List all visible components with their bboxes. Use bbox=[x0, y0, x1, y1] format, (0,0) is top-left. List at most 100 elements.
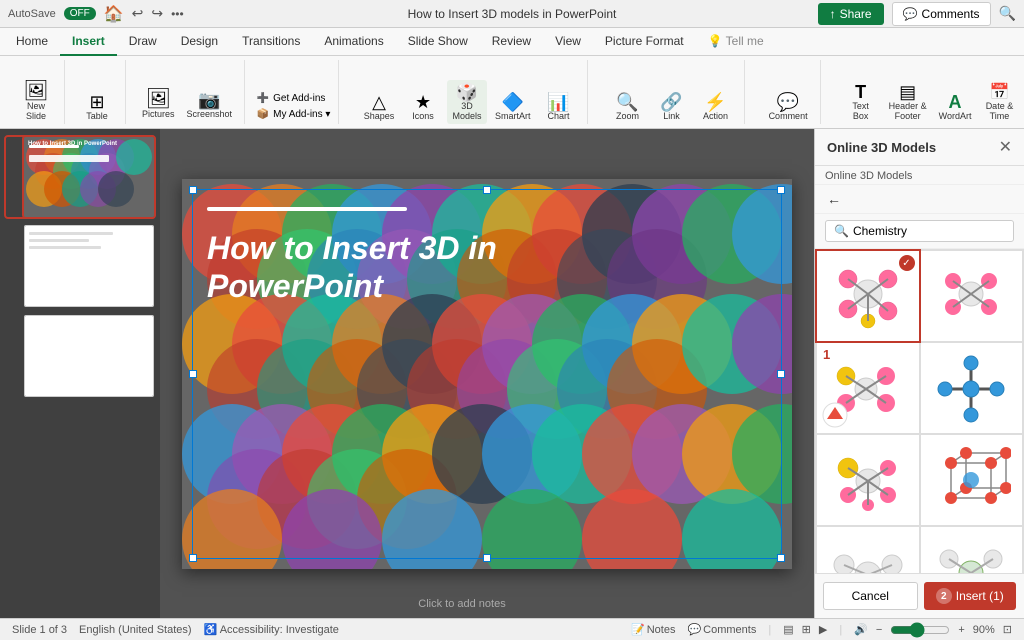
slide-panel: 1 bbox=[0, 129, 160, 618]
share-icon: ↑ bbox=[830, 7, 836, 21]
models-footer: Cancel 2 Insert (1) bbox=[815, 573, 1024, 618]
slide-thumb-3[interactable]: 3 bbox=[6, 315, 154, 397]
search-input[interactable] bbox=[853, 224, 1005, 238]
language-info: English (United States) bbox=[79, 624, 192, 636]
notes-icon: 📝 bbox=[631, 623, 645, 636]
ribbon-group-new-slide: 🖼 NewSlide bbox=[8, 60, 65, 124]
comments-status-icon: 💬 bbox=[687, 623, 701, 636]
fit-slide-button[interactable]: ⊡ bbox=[1003, 623, 1012, 636]
model-cell-5[interactable] bbox=[817, 435, 919, 525]
3d-models-button[interactable]: 🎲 3DModels bbox=[447, 80, 487, 124]
my-addins-button[interactable]: 📦 My Add-ins ▾ bbox=[253, 107, 335, 122]
home-icon[interactable]: 🏠 bbox=[104, 4, 124, 24]
action-icon: ⚡ bbox=[704, 93, 726, 111]
comment-button[interactable]: 💬 Comment bbox=[765, 90, 812, 124]
search-box[interactable]: 🔍 bbox=[825, 220, 1014, 242]
back-arrow-icon[interactable]: ← bbox=[827, 191, 841, 207]
slide-2-preview bbox=[25, 226, 153, 306]
link-button[interactable]: 🔗 Link bbox=[652, 90, 692, 124]
chart-button[interactable]: 📊 Chart bbox=[539, 90, 579, 124]
date-time-button[interactable]: 📅 Date &Time bbox=[979, 82, 1019, 124]
get-addins-button[interactable]: ➕ Get Add-ins bbox=[253, 91, 335, 106]
addins-icon: ➕ bbox=[257, 93, 269, 104]
comments-status-button[interactable]: 💬 Comments bbox=[687, 623, 756, 636]
main-area: 1 bbox=[0, 129, 1024, 618]
models-grid: ✓ bbox=[815, 249, 1024, 573]
tab-animations[interactable]: Animations bbox=[312, 28, 395, 55]
models-breadcrumb: ← bbox=[815, 185, 1024, 214]
slide-3-preview bbox=[25, 316, 153, 396]
background-pattern: How to Insert 3D in PowerPoint bbox=[182, 179, 792, 569]
redo-btn[interactable]: ↪ bbox=[151, 5, 163, 22]
zoom-in-button[interactable]: + bbox=[958, 624, 964, 636]
tab-transitions[interactable]: Transitions bbox=[230, 28, 312, 55]
header-footer-button[interactable]: ▤ Header &Footer bbox=[885, 80, 931, 124]
models-panel-header: Online 3D Models ✕ bbox=[815, 129, 1024, 166]
my-addins-icon: 📦 bbox=[257, 109, 269, 120]
insert-button[interactable]: 2 Insert (1) bbox=[924, 582, 1017, 610]
tab-picture-format[interactable]: Picture Format bbox=[593, 28, 696, 55]
model-5-visual bbox=[828, 443, 908, 518]
textbox-button[interactable]: T TextBox bbox=[841, 80, 881, 124]
models-search: 🔍 bbox=[815, 214, 1024, 249]
comment-icon: 💬 bbox=[777, 93, 799, 111]
wordart-button[interactable]: A WordArt bbox=[935, 90, 976, 124]
tab-slideshow[interactable]: Slide Show bbox=[396, 28, 480, 55]
model-cell-8[interactable] bbox=[921, 527, 1023, 573]
slide-thumb-1[interactable]: 1 bbox=[6, 137, 154, 217]
click-to-add-notes[interactable]: Click to add notes bbox=[320, 598, 604, 610]
insert-num-badge: 2 bbox=[936, 588, 952, 604]
screenshot-button[interactable]: 📷 Screenshot bbox=[183, 88, 237, 122]
status-left: Slide 1 of 3 English (United States) ♿ A… bbox=[12, 623, 339, 636]
model-cell-3[interactable]: 1 bbox=[817, 343, 919, 433]
model-cell-4[interactable] bbox=[921, 343, 1023, 433]
new-slide-button[interactable]: 🖼 NewSlide bbox=[16, 78, 56, 124]
tab-review[interactable]: Review bbox=[480, 28, 543, 55]
zoom-button[interactable]: 🔍 Zoom bbox=[608, 90, 648, 124]
zoom-out-button[interactable]: − bbox=[876, 624, 882, 636]
pictures-button[interactable]: 🖼 Pictures bbox=[138, 86, 179, 122]
ribbon-group-table: ⊞ Table bbox=[69, 60, 126, 124]
model-cell-2[interactable] bbox=[921, 251, 1023, 341]
model-cell-7[interactable] bbox=[817, 527, 919, 573]
ribbon-group-images: 🖼 Pictures 📷 Screenshot bbox=[130, 60, 245, 124]
tab-view[interactable]: View bbox=[543, 28, 593, 55]
tab-tell-me[interactable]: 💡 Tell me bbox=[696, 28, 776, 55]
tab-design[interactable]: Design bbox=[169, 28, 230, 55]
speaker-icon: 🔊 bbox=[854, 623, 868, 636]
cancel-button[interactable]: Cancel bbox=[823, 582, 918, 610]
shapes-button[interactable]: △ Shapes bbox=[359, 90, 399, 124]
slide-thumb-2[interactable]: 2 bbox=[6, 225, 154, 307]
undo-btn[interactable]: ↩ bbox=[132, 5, 144, 22]
more-btn[interactable]: ••• bbox=[171, 7, 184, 21]
autosave-toggle[interactable]: OFF bbox=[64, 7, 96, 20]
outline-view-icon[interactable]: ⊞ bbox=[802, 623, 811, 636]
action-button[interactable]: ⚡ Action bbox=[696, 90, 736, 124]
status-separator-2: | bbox=[839, 624, 842, 636]
canvas-area[interactable]: How to Insert 3D in PowerPoint Click to … bbox=[160, 129, 814, 618]
models-subtitle: Online 3D Models bbox=[815, 166, 1024, 185]
smartart-icon: 🔷 bbox=[502, 93, 524, 111]
tab-insert[interactable]: Insert bbox=[60, 28, 117, 56]
icons-button[interactable]: ★ Icons bbox=[403, 90, 443, 124]
tab-draw[interactable]: Draw bbox=[117, 28, 169, 55]
model-8-visual bbox=[931, 535, 1011, 574]
svg-text:How to Insert 3D in: How to Insert 3D in bbox=[207, 230, 497, 266]
model-cell-6[interactable] bbox=[921, 435, 1023, 525]
notes-button[interactable]: 📝 Notes bbox=[631, 623, 675, 636]
models-panel-title: Online 3D Models bbox=[827, 140, 936, 155]
comments-button[interactable]: 💬 Comments bbox=[892, 2, 991, 26]
close-panel-button[interactable]: ✕ bbox=[999, 137, 1012, 157]
share-button[interactable]: ↑ Share bbox=[818, 3, 884, 25]
normal-view-icon[interactable]: ▤ bbox=[783, 623, 793, 636]
table-button[interactable]: ⊞ Table bbox=[77, 90, 117, 124]
model-cell-1[interactable]: ✓ bbox=[817, 251, 919, 341]
search-icon[interactable]: 🔍 bbox=[999, 5, 1016, 22]
smartart-button[interactable]: 🔷 SmartArt bbox=[491, 90, 535, 124]
slide-canvas[interactable]: How to Insert 3D in PowerPoint bbox=[182, 179, 792, 569]
tab-home[interactable]: Home bbox=[4, 28, 60, 55]
model-3-number: 1 bbox=[823, 347, 830, 362]
document-title: How to Insert 3D models in PowerPoint bbox=[408, 7, 617, 21]
zoom-slider[interactable] bbox=[890, 622, 950, 638]
slideshow-view-icon[interactable]: ▶ bbox=[819, 623, 827, 636]
